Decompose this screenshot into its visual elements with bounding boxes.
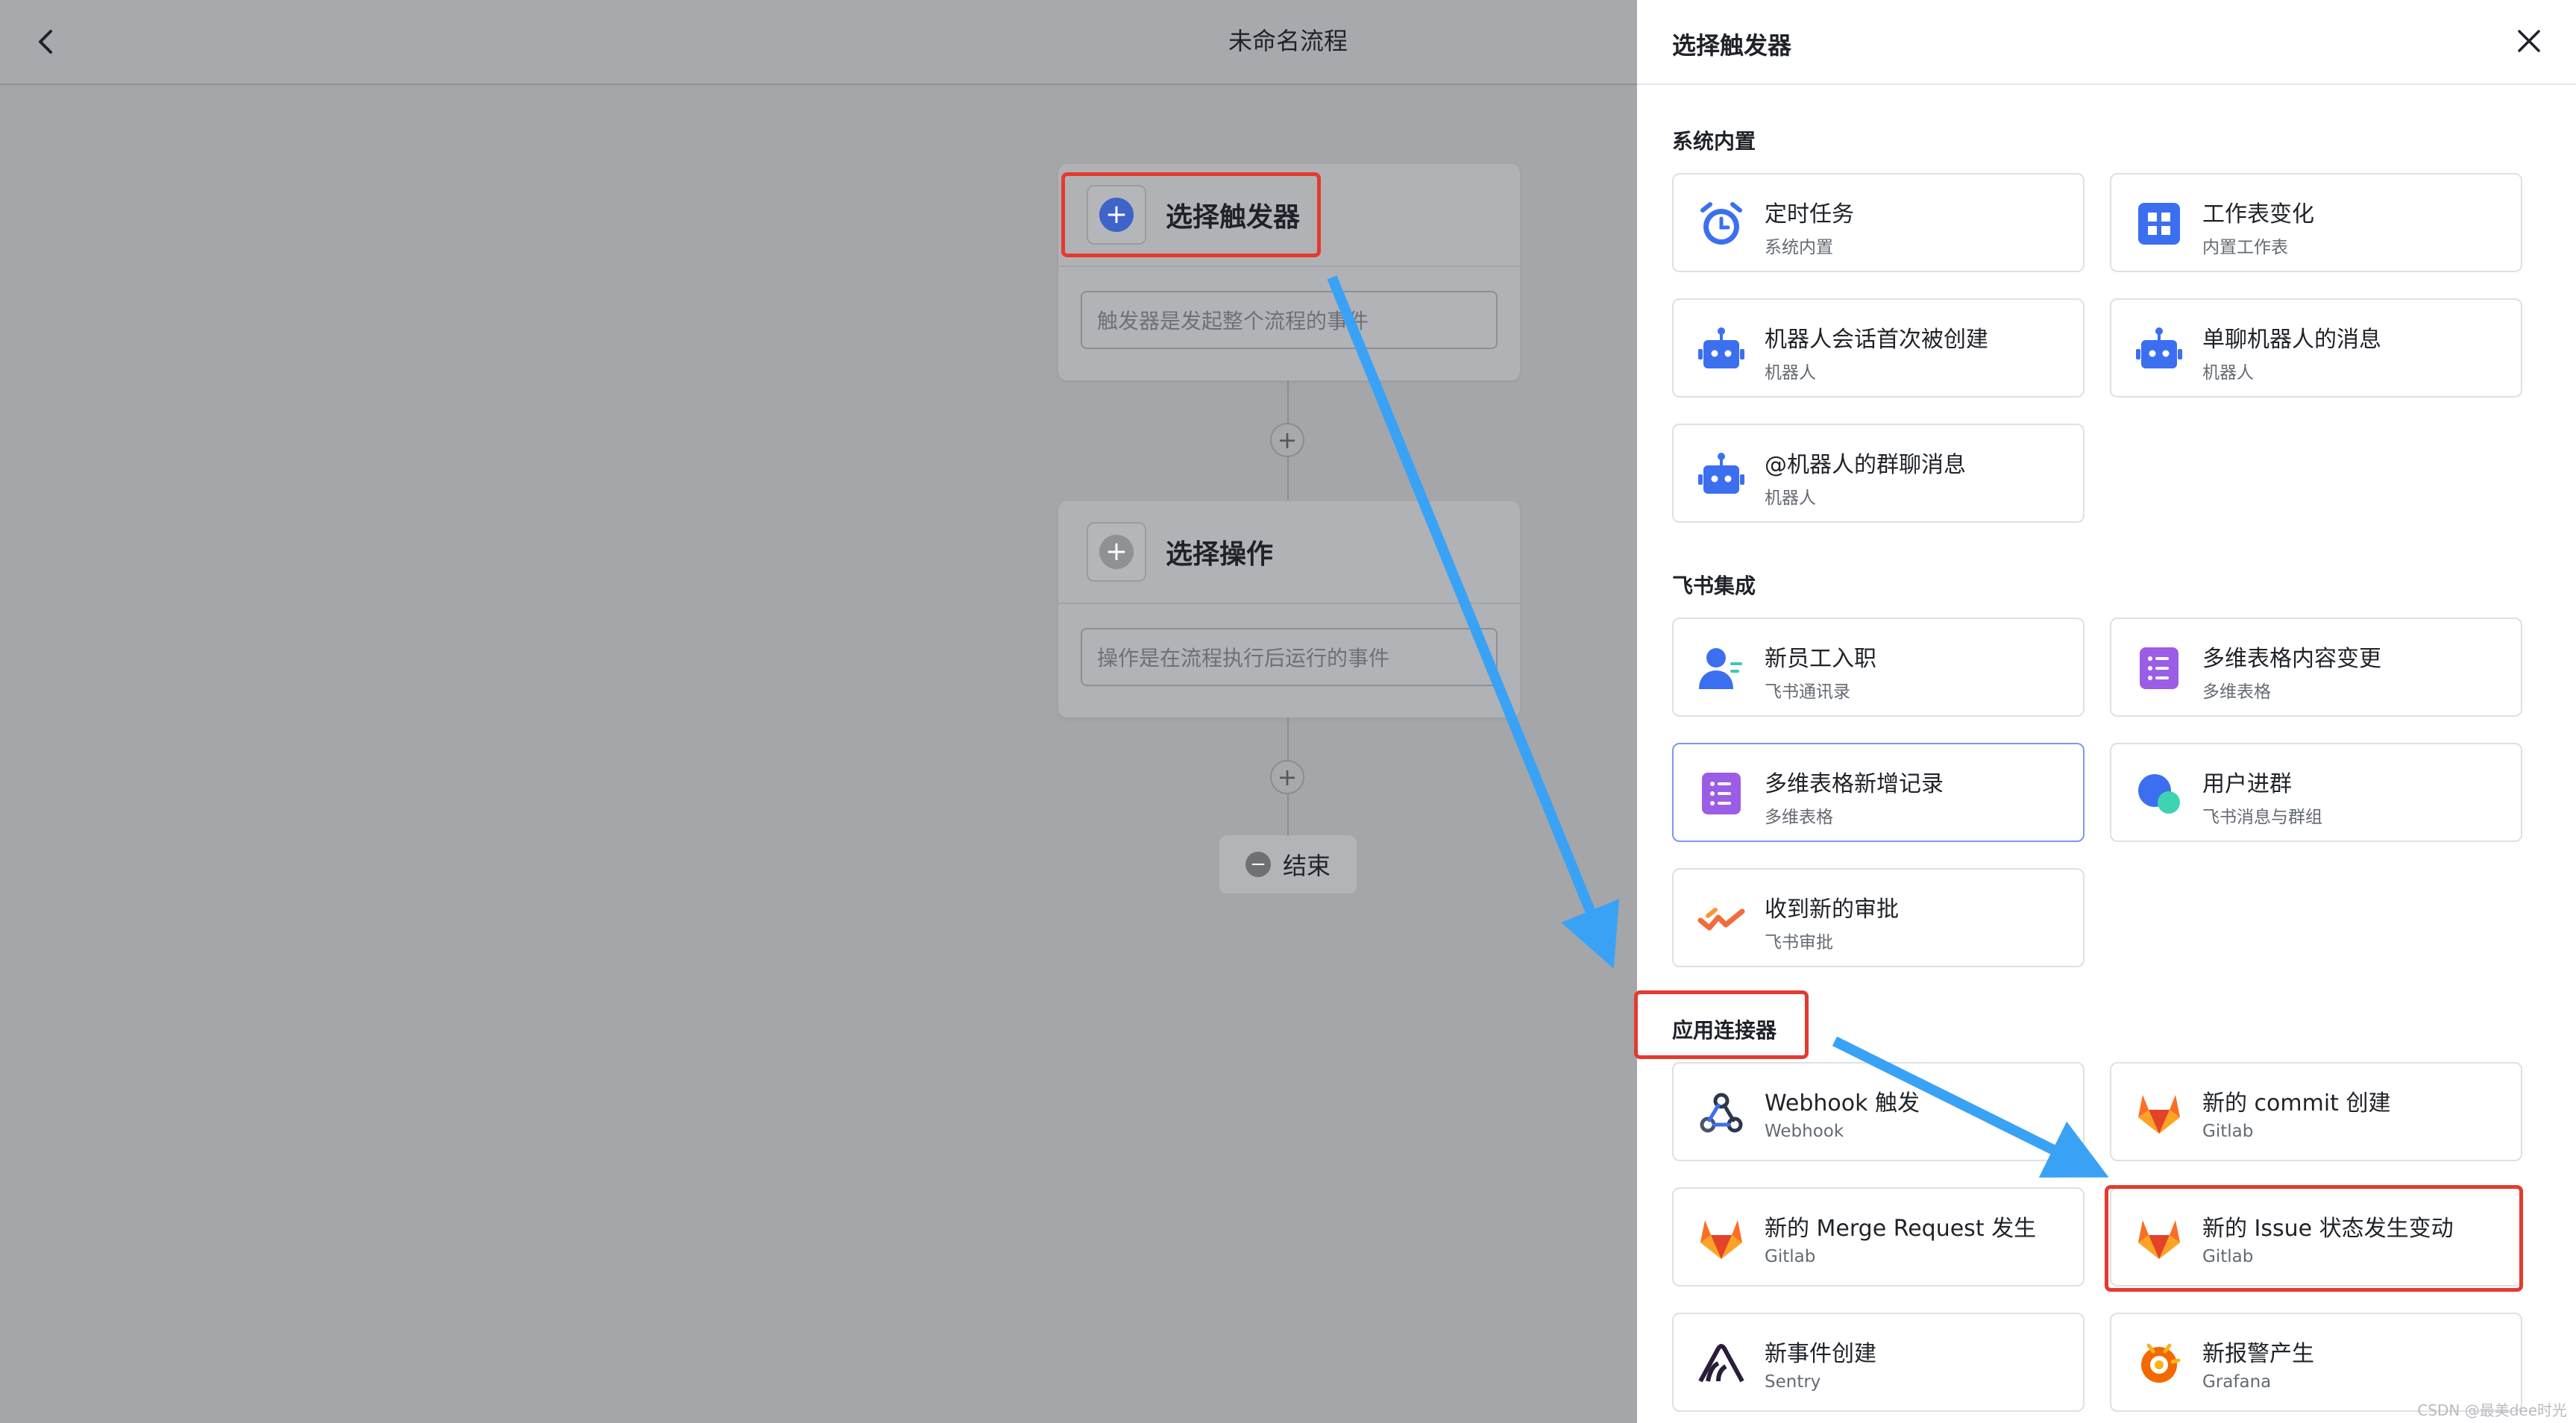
trigger-card-bot-private-message[interactable]: 单聊机器人的消息 机器人 (2110, 298, 2522, 398)
chat-bubble-icon (2138, 774, 2180, 814)
robot-icon (2136, 327, 2182, 368)
action-description: 操作是在流程执行后运行的事件 (1081, 628, 1498, 686)
card-title: 新事件创建 (1765, 1341, 1876, 1367)
minus-icon: − (1245, 852, 1271, 877)
divider (1058, 266, 1520, 267)
card-subtitle: Grafana (2202, 1372, 2272, 1392)
close-icon[interactable] (2512, 24, 2546, 58)
card-subtitle: Sentry (1765, 1372, 1821, 1392)
card-subtitle: Webhook (1765, 1122, 1844, 1141)
card-title: 新的 Merge Request 发生 (1765, 1216, 2037, 1242)
card-title: 收到新的审批 (1765, 896, 1899, 923)
card-subtitle: 内置工作表 (2202, 238, 2288, 257)
card-subtitle: 多维表格 (2202, 682, 2271, 702)
gitlab-icon (1700, 1220, 1742, 1259)
plus-icon: + (1099, 535, 1134, 569)
drawer-header: 选择触发器 (1637, 0, 2576, 85)
approval-icon (1697, 908, 1745, 931)
card-title: 多维表格新增记录 (1765, 771, 1944, 797)
card-title: @机器人的群聊消息 (1765, 452, 1966, 478)
card-subtitle: 机器人 (1765, 489, 1816, 508)
watermark: CSDN @最美dee时光 (2417, 1401, 2567, 1419)
action-node[interactable]: + 选择操作 操作是在流程执行后运行的事件 (1058, 501, 1520, 717)
trigger-card-bot-group-mention[interactable]: @机器人的群聊消息 机器人 (1672, 424, 2085, 523)
card-subtitle: Gitlab (1765, 1247, 1816, 1266)
trigger-card-scheduled[interactable]: 定时任务 系统内置 (1672, 173, 2085, 272)
card-title: 机器人会话首次被创建 (1765, 327, 1988, 353)
trigger-description: 触发器是发起整个流程的事件 (1081, 291, 1498, 349)
trigger-card-webhook[interactable]: Webhook 触发 Webhook (1672, 1062, 2085, 1161)
add-step-button[interactable]: + (1270, 760, 1304, 794)
highlight-box-trigger-node (1061, 172, 1321, 257)
trigger-card-bitable-new-record[interactable]: 多维表格新增记录 多维表格 (1672, 743, 2085, 842)
trigger-card-bot-chat-created[interactable]: 机器人会话首次被创建 机器人 (1672, 298, 2085, 398)
action-node-title: 选择操作 (1166, 539, 1274, 570)
highlight-box-issue-card (2105, 1185, 2523, 1292)
card-subtitle: 机器人 (1765, 363, 1816, 383)
card-subtitle: Gitlab (2202, 1122, 2254, 1141)
grid-icon (2138, 203, 2180, 245)
card-title: 新员工入职 (1765, 646, 1876, 672)
action-node-header[interactable]: + 选择操作 (1087, 519, 1273, 585)
card-subtitle: 飞书审批 (1765, 933, 1833, 952)
section-title-feishu: 飞书集成 (1672, 574, 1756, 598)
trigger-card-new-approval[interactable]: 收到新的审批 飞书审批 (1672, 868, 2085, 967)
sentry-icon (1698, 1344, 1744, 1383)
card-subtitle: 系统内置 (1765, 238, 1833, 257)
bitable-icon (2140, 647, 2178, 689)
card-title: 单聊机器人的消息 (2202, 327, 2381, 353)
trigger-card-new-employee[interactable]: 新员工入职 飞书通讯录 (1672, 618, 2085, 717)
trigger-card-grafana-alert[interactable]: 新报警产生 Grafana (2110, 1313, 2522, 1412)
end-label: 结束 (1282, 852, 1331, 880)
end-node: − 结束 (1219, 835, 1357, 893)
user-icon (1699, 648, 1742, 689)
card-title: 新的 commit 创建 (2202, 1090, 2391, 1116)
section-title-builtin: 系统内置 (1672, 129, 1756, 154)
trigger-card-gitlab-commit[interactable]: 新的 commit 创建 Gitlab (2110, 1062, 2522, 1161)
add-step-button[interactable]: + (1270, 423, 1304, 457)
trigger-card-user-joins-group[interactable]: 用户进群 飞书消息与群组 (2110, 743, 2522, 842)
card-subtitle: 飞书通讯录 (1765, 682, 1850, 702)
robot-icon (1698, 327, 1744, 368)
card-subtitle: 机器人 (2202, 363, 2254, 383)
card-subtitle: 多维表格 (1765, 808, 1833, 827)
card-title: Webhook 触发 (1765, 1090, 1920, 1116)
drawer-title: 选择触发器 (1672, 31, 1792, 60)
action-add-box[interactable]: + (1087, 522, 1146, 582)
trigger-card-gitlab-merge-request[interactable]: 新的 Merge Request 发生 Gitlab (1672, 1187, 2085, 1287)
highlight-box-connector-section (1634, 990, 1809, 1059)
trigger-card-sentry-event[interactable]: 新事件创建 Sentry (1672, 1313, 2085, 1412)
card-title: 定时任务 (1765, 201, 1854, 227)
alarm-clock-icon (1700, 202, 1742, 245)
robot-icon (1698, 453, 1744, 494)
card-title: 用户进群 (2202, 771, 2292, 797)
card-title: 工作表变化 (2202, 201, 2314, 227)
card-title: 新报警产生 (2202, 1341, 2314, 1367)
webhook-icon (1700, 1093, 1743, 1133)
divider (1058, 603, 1520, 604)
gitlab-icon (2138, 1095, 2180, 1134)
card-title: 多维表格内容变更 (2202, 646, 2381, 672)
bitable-icon (1702, 773, 1741, 814)
title-container: 未命名流程 (0, 0, 1637, 84)
grafana-icon (2141, 1343, 2181, 1383)
flow-title[interactable]: 未命名流程 (1044, 22, 1532, 57)
trigger-card-sheet-change[interactable]: 工作表变化 内置工作表 (2110, 173, 2522, 272)
trigger-card-bitable-changed[interactable]: 多维表格内容变更 多维表格 (2110, 618, 2522, 717)
card-subtitle: 飞书消息与群组 (2202, 808, 2322, 827)
